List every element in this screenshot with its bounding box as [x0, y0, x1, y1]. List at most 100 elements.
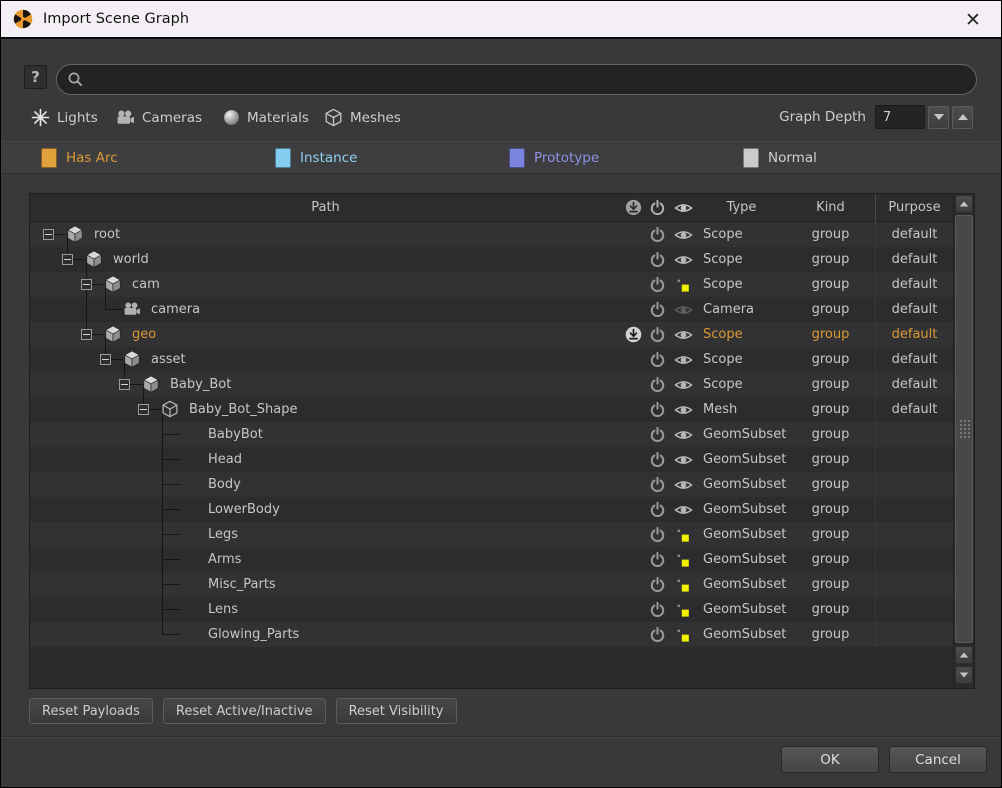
purpose-cell: default	[875, 322, 953, 347]
search-bar[interactable]	[56, 64, 977, 95]
column-header-type[interactable]: Type	[697, 200, 786, 215]
table-row[interactable]: LowerBodyGeomSubsetgroup	[30, 497, 953, 522]
visibility-eye-icon[interactable]	[669, 322, 697, 347]
active-toggle-icon[interactable]	[645, 297, 669, 322]
scroll-up-button[interactable]	[955, 195, 973, 213]
visibility-eye-icon[interactable]	[669, 447, 697, 472]
active-toggle-icon[interactable]	[645, 422, 669, 447]
active-toggle-icon[interactable]	[645, 472, 669, 497]
kind-cell: group	[786, 427, 875, 442]
scrollbar-thumb[interactable]	[955, 215, 973, 643]
title-bar[interactable]: Import Scene Graph ✕	[1, 1, 1001, 39]
active-toggle-icon[interactable]	[645, 272, 669, 297]
expand-toggle[interactable]	[119, 379, 130, 390]
active-toggle-icon[interactable]	[645, 622, 669, 647]
table-row[interactable]: BabyBotGeomSubsetgroup	[30, 422, 953, 447]
visibility-eye-icon[interactable]	[669, 347, 697, 372]
visibility-eye-icon[interactable]	[669, 472, 697, 497]
table-row[interactable]: LensGeomSubsetgroup	[30, 597, 953, 622]
expand-toggle[interactable]	[81, 279, 92, 290]
active-toggle-icon[interactable]	[645, 572, 669, 597]
table-row[interactable]: ArmsGeomSubsetgroup	[30, 547, 953, 572]
table-row[interactable]: geoScopegroupdefault	[30, 322, 953, 347]
filter-meshes[interactable]: Meshes	[324, 105, 401, 130]
path-cell: asset	[30, 347, 621, 372]
cancel-button[interactable]: Cancel	[889, 746, 987, 773]
active-toggle-icon[interactable]	[645, 347, 669, 372]
scroll-down-button[interactable]	[955, 666, 973, 684]
path-cell: root	[30, 222, 621, 247]
scroll-up-button-bottom[interactable]	[955, 646, 973, 664]
payload-cell	[621, 522, 645, 547]
visibility-eye-icon[interactable]	[669, 372, 697, 397]
active-toggle-icon[interactable]	[645, 247, 669, 272]
column-header-purpose[interactable]: Purpose	[875, 194, 953, 222]
ok-button[interactable]: OK	[781, 746, 879, 773]
active-toggle-icon[interactable]	[645, 547, 669, 572]
visibility-column-icon[interactable]	[669, 201, 697, 215]
active-toggle-icon[interactable]	[645, 222, 669, 247]
reset-active-inactive-button[interactable]: Reset Active/Inactive	[163, 698, 326, 724]
graph-depth-field[interactable]	[875, 105, 925, 129]
table-row[interactable]: assetScopegroupdefault	[30, 347, 953, 372]
visibility-hidden-icon[interactable]	[669, 597, 697, 622]
visibility-hidden-icon[interactable]	[669, 547, 697, 572]
table-row[interactable]: cameraCameragroupdefault	[30, 297, 953, 322]
active-toggle-icon[interactable]	[645, 497, 669, 522]
expand-toggle[interactable]	[81, 329, 92, 340]
active-toggle-icon[interactable]	[645, 447, 669, 472]
visibility-hidden-icon[interactable]	[669, 522, 697, 547]
payload-cell	[621, 372, 645, 397]
search-input[interactable]	[84, 71, 966, 88]
payload-icon[interactable]	[621, 322, 645, 347]
filter-materials[interactable]: Materials	[223, 105, 309, 130]
payload-cell	[621, 397, 645, 422]
expand-toggle[interactable]	[43, 229, 54, 240]
visibility-hidden-icon[interactable]	[669, 622, 697, 647]
visibility-hidden-icon[interactable]	[669, 272, 697, 297]
close-icon[interactable]: ✕	[959, 6, 987, 34]
visibility-eye-icon[interactable]	[669, 422, 697, 447]
reset-payloads-button[interactable]: Reset Payloads	[29, 698, 153, 724]
node-label: Baby_Bot_Shape	[189, 397, 298, 422]
active-toggle-icon[interactable]	[645, 522, 669, 547]
active-toggle-icon[interactable]	[645, 322, 669, 347]
table-row[interactable]: HeadGeomSubsetgroup	[30, 447, 953, 472]
active-column-icon[interactable]	[645, 199, 669, 216]
table-row[interactable]: BodyGeomSubsetgroup	[30, 472, 953, 497]
table-row[interactable]: LegsGeomSubsetgroup	[30, 522, 953, 547]
graph-depth-decrement-button[interactable]	[928, 106, 949, 129]
active-toggle-icon[interactable]	[645, 397, 669, 422]
expand-toggle[interactable]	[138, 404, 149, 415]
column-header-path[interactable]: Path	[30, 200, 621, 215]
reset-visibility-button[interactable]: Reset Visibility	[336, 698, 457, 724]
table-row[interactable]: Glowing_PartsGeomSubsetgroup	[30, 622, 953, 647]
table-row[interactable]: worldScopegroupdefault	[30, 247, 953, 272]
filter-cameras[interactable]: Cameras	[116, 105, 202, 130]
table-row[interactable]: Baby_BotScopegroupdefault	[30, 372, 953, 397]
active-toggle-icon[interactable]	[645, 597, 669, 622]
vertical-scrollbar[interactable]	[953, 194, 974, 688]
lights-icon	[31, 108, 50, 127]
tree-line	[162, 434, 180, 435]
expand-toggle[interactable]	[100, 354, 111, 365]
path-cell: cam	[30, 272, 621, 297]
table-row[interactable]: Misc_PartsGeomSubsetgroup	[30, 572, 953, 597]
visibility-eye-icon[interactable]	[669, 497, 697, 522]
visibility-eye-icon[interactable]	[669, 297, 697, 322]
active-toggle-icon[interactable]	[645, 372, 669, 397]
column-header-kind[interactable]: Kind	[786, 200, 875, 215]
visibility-eye-icon[interactable]	[669, 397, 697, 422]
graph-depth-increment-button[interactable]	[952, 106, 973, 129]
help-button[interactable]: ?	[24, 65, 47, 89]
payload-column-icon[interactable]	[621, 199, 645, 216]
table-row[interactable]: camScopegroupdefault	[30, 272, 953, 297]
visibility-hidden-icon[interactable]	[669, 572, 697, 597]
visibility-eye-icon[interactable]	[669, 222, 697, 247]
table-row[interactable]: rootScopegroupdefault	[30, 222, 953, 247]
tree-line	[162, 634, 180, 635]
table-row[interactable]: Baby_Bot_ShapeMeshgroupdefault	[30, 397, 953, 422]
filter-lights[interactable]: Lights	[31, 105, 98, 130]
visibility-eye-icon[interactable]	[669, 247, 697, 272]
expand-toggle[interactable]	[62, 254, 73, 265]
